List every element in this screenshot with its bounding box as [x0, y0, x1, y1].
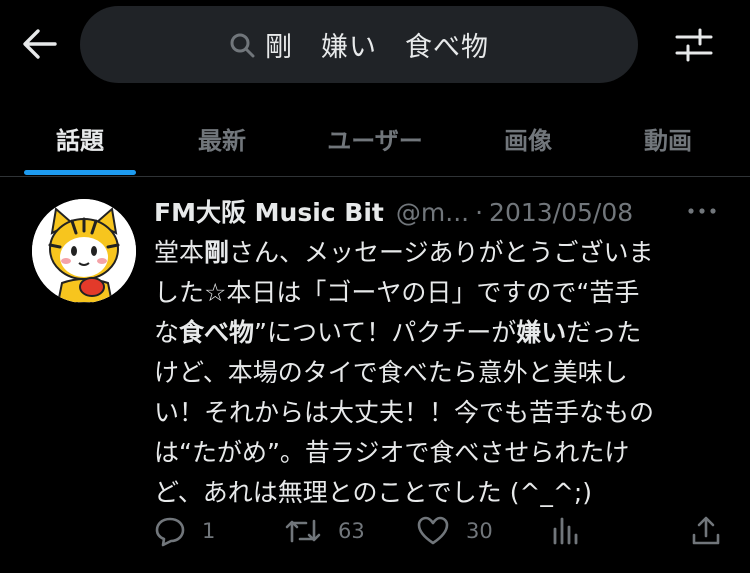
tab-people[interactable]: ユーザー [300, 100, 450, 176]
like-count: 30 [466, 519, 493, 543]
author-handle[interactable]: @m... [396, 198, 469, 227]
bar-chart-icon [553, 517, 578, 545]
author-name[interactable]: FM大阪 Music Bit [154, 193, 384, 229]
heart-icon [417, 516, 449, 545]
sliders-icon [675, 28, 713, 62]
more-options-button[interactable] [686, 199, 718, 223]
reply-icon [155, 517, 185, 547]
top-bar: 剛 嫌い 食べ物 [0, 0, 750, 90]
share-button[interactable] [690, 511, 722, 551]
highlight: 食べ物 [179, 318, 255, 347]
separator-dot: · [475, 198, 484, 227]
tweet-text-line: けど、本場のタイで食べたら意外と美味し [154, 358, 628, 387]
tweet-text-line: い！それからは大丈夫！！今でも苦手なもの [154, 398, 655, 427]
search-icon [230, 33, 255, 57]
reply-button[interactable]: 1 [154, 511, 215, 551]
tweet-text-line: は“たがめ”。昔ラジオで食べさせられたけ [154, 438, 630, 467]
search-tabs: 話題 最新 ユーザー 画像 動画 [0, 100, 750, 176]
avatar[interactable] [32, 199, 136, 303]
back-button[interactable] [18, 24, 62, 64]
tab-top[interactable]: 話題 [24, 100, 136, 176]
highlight: 剛 [204, 238, 230, 267]
active-tab-indicator [24, 170, 136, 175]
tweet-actions: 1 63 30 [0, 511, 750, 551]
retweet-icon [285, 519, 321, 543]
retweet-count: 63 [338, 519, 365, 543]
highlight: 嫌い [516, 318, 567, 347]
more-dots-icon [688, 208, 716, 214]
search-filter-button[interactable] [670, 24, 718, 66]
arrow-left-icon [23, 29, 57, 59]
tweet[interactable]: FM大阪 Music Bit @m... · 2013/05/08 堂本剛さん、… [0, 177, 750, 573]
tab-media[interactable]: 画像 [472, 100, 584, 176]
share-icon [692, 516, 720, 545]
tweet-text-line: ど、あれは無理とのことでした (^_^;) [154, 478, 593, 507]
tab-latest[interactable]: 最新 [166, 100, 278, 176]
tweet-header: FM大阪 Music Bit @m... · 2013/05/08 [154, 193, 633, 229]
views-button[interactable] [550, 511, 580, 551]
tweet-text-line: な食べ物”について！パクチーが嫌いだった [154, 318, 642, 347]
search-input[interactable]: 剛 嫌い 食べ物 [80, 6, 638, 83]
tweet-text: 堂本剛さん、メッセージありがとうございま した☆本日は「ゴーヤの日」ですので“苦… [154, 233, 724, 513]
tweet-date[interactable]: 2013/05/08 [489, 198, 633, 227]
tweet-text-line: 堂本剛さん、メッセージありがとうございま [154, 238, 654, 267]
tiger-mascot-avatar-image [32, 199, 136, 303]
search-query-text: 剛 嫌い 食べ物 [265, 32, 489, 63]
tab-videos[interactable]: 動画 [612, 100, 724, 176]
like-button[interactable]: 30 [416, 511, 493, 551]
retweet-button[interactable]: 63 [284, 511, 365, 551]
reply-count: 1 [202, 519, 216, 543]
tweet-text-line: した☆本日は「ゴーヤの日」ですので“苦手 [154, 278, 640, 307]
